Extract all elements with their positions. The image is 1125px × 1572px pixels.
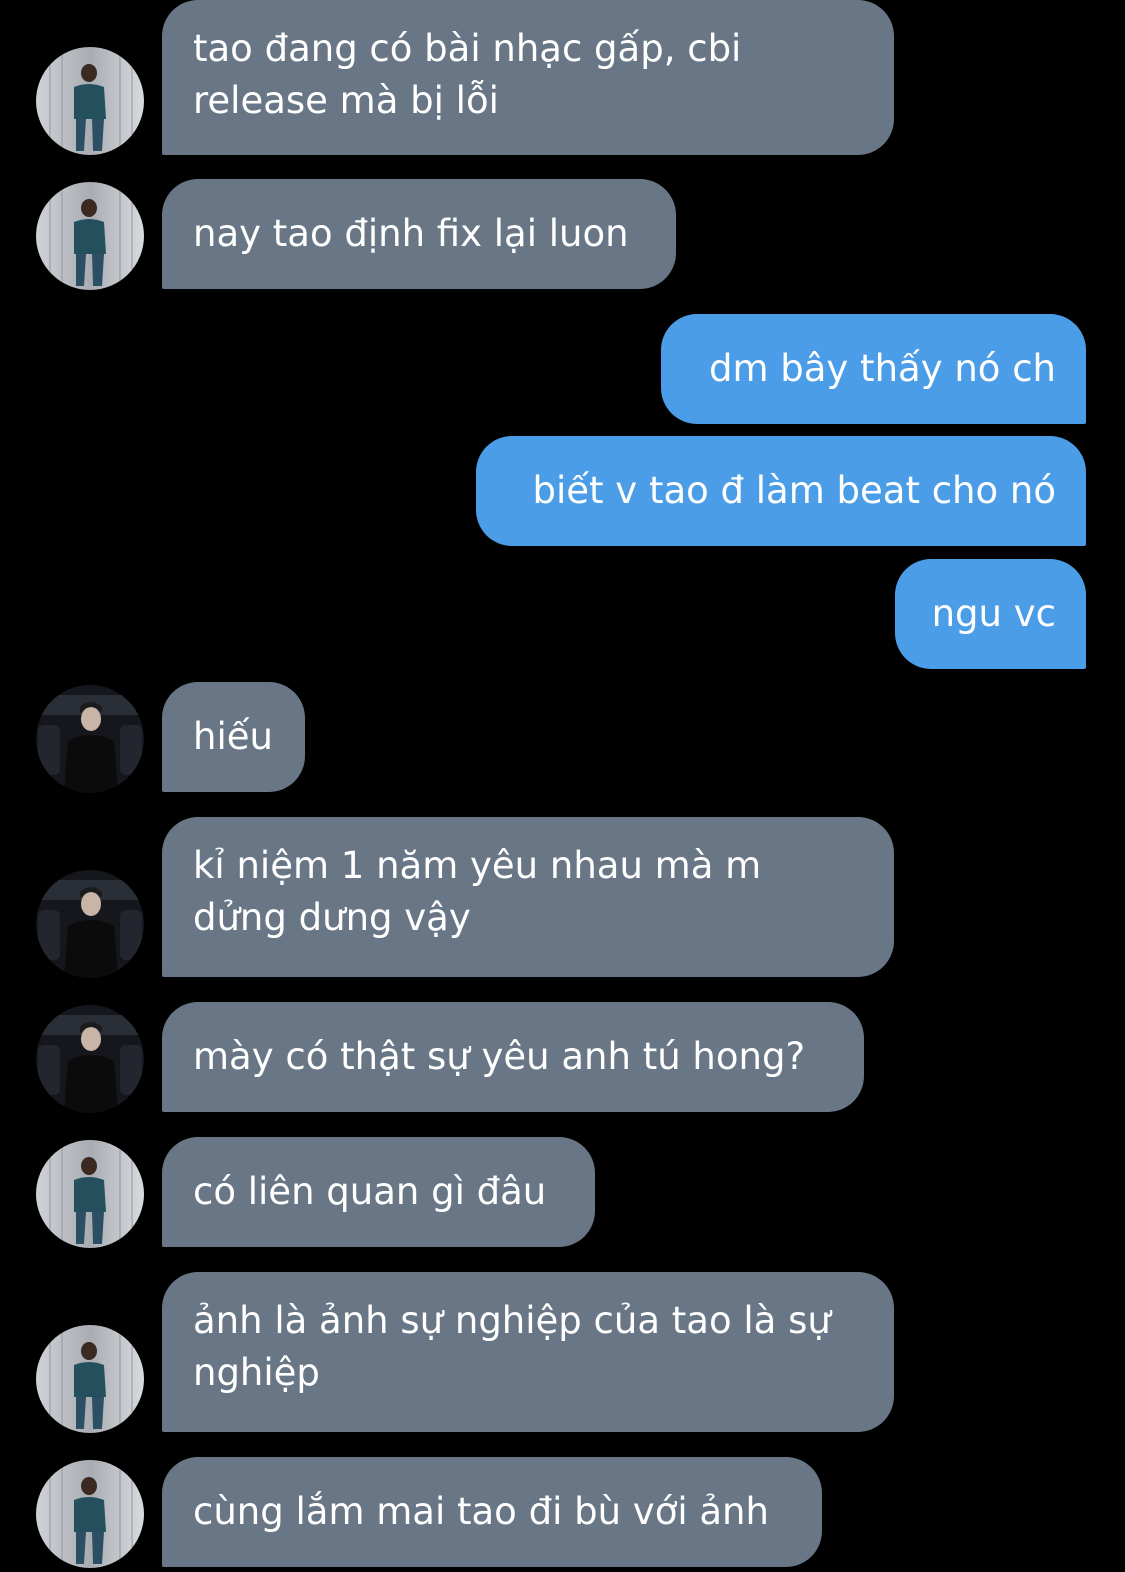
message-incoming[interactable]: cùng lắm mai tao đi bù với ảnh bbox=[162, 1457, 822, 1567]
avatar-a[interactable] bbox=[36, 1140, 144, 1248]
avatar-b[interactable] bbox=[36, 1005, 144, 1113]
message-incoming[interactable]: hiếu bbox=[162, 682, 305, 792]
message-outgoing[interactable]: ngu vc bbox=[895, 559, 1086, 669]
message-thread: tao đang có bài nhạc gấp, cbi release mà… bbox=[0, 0, 1125, 1572]
message-outgoing[interactable]: biết v tao đ làm beat cho nó bbox=[476, 436, 1086, 546]
message-incoming[interactable]: có liên quan gì đâu bbox=[162, 1137, 595, 1247]
message-incoming[interactable]: nay tao định fix lại luon bbox=[162, 179, 676, 289]
message-incoming[interactable]: kỉ niệm 1 năm yêu nhau mà m dửng dưng vậ… bbox=[162, 817, 894, 977]
avatar-b[interactable] bbox=[36, 870, 144, 978]
avatar-a[interactable] bbox=[36, 1325, 144, 1433]
avatar-a[interactable] bbox=[36, 182, 144, 290]
message-incoming[interactable]: ảnh là ảnh sự nghiệp của tao là sự nghiệ… bbox=[162, 1272, 894, 1432]
message-incoming[interactable]: mày có thật sự yêu anh tú hong? bbox=[162, 1002, 864, 1112]
avatar-b[interactable] bbox=[36, 685, 144, 793]
message-incoming[interactable]: tao đang có bài nhạc gấp, cbi release mà… bbox=[162, 0, 894, 155]
avatar-a[interactable] bbox=[36, 47, 144, 155]
message-outgoing[interactable]: dm bây thấy nó ch bbox=[661, 314, 1086, 424]
avatar-a[interactable] bbox=[36, 1460, 144, 1568]
